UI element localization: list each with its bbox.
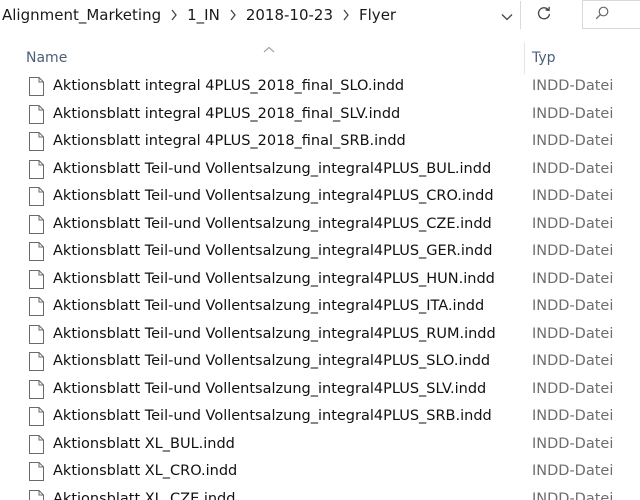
file-row[interactable]: Aktionsblatt Teil-und Vollentsalzung_int… [0,403,640,431]
document-file-icon [29,187,44,206]
search-box[interactable] [582,0,640,29]
file-type: INDD-Datei [532,463,614,479]
file-row[interactable]: Aktionsblatt Teil-und Vollentsalzung_int… [0,238,640,266]
file-type: INDD-Datei [532,78,614,94]
sort-ascending-icon [262,40,276,53]
file-row[interactable]: Aktionsblatt Teil-und Vollentsalzung_int… [0,183,640,211]
breadcrumb-item-2018-10-23[interactable]: 2018-10-23 [244,6,335,24]
column-header-row: Name Typ [0,40,640,74]
file-row[interactable]: Aktionsblatt Teil-und Vollentsalzung_int… [0,376,640,404]
file-row[interactable]: Aktionsblatt XL_CRO.indd INDD-Datei [0,458,640,486]
file-row[interactable]: Aktionsblatt Teil-und Vollentsalzung_int… [0,156,640,184]
document-file-icon [29,159,44,179]
file-type: INDD-Datei [532,435,614,452]
document-file-icon [29,77,44,96]
file-name: Aktionsblatt Teil-und Vollentsalzung_int… [53,325,496,342]
document-file-icon [29,489,44,500]
file-name: Aktionsblatt Teil-und Vollentsalzung_int… [53,353,491,369]
document-file-icon [29,407,44,426]
document-file-icon [29,352,44,371]
file-row[interactable]: Aktionsblatt XL_BUL.indd INDD-Datei [0,431,640,459]
document-file-icon [29,242,44,261]
search-icon [595,5,609,24]
file-type: INDD-Datei [532,243,614,259]
file-name: Aktionsblatt integral 4PLUS_2018_final_S… [53,78,405,94]
file-name: Aktionsblatt XL_CZE.indd [53,490,236,500]
file-name: Aktionsblatt Teil-und Vollentsalzung_int… [53,380,487,397]
document-file-icon [29,324,44,344]
file-name: Aktionsblatt Teil-und Vollentsalzung_int… [53,215,492,232]
file-row[interactable]: Aktionsblatt Teil-und Vollentsalzung_int… [0,348,640,376]
file-explorer-window: Alignment_Marketing 1_IN 2018-10-23 Flye… [0,0,640,500]
file-row[interactable]: Aktionsblatt Teil-und Vollentsalzung_int… [0,211,640,239]
file-row[interactable]: Aktionsblatt integral 4PLUS_2018_final_S… [0,128,640,156]
document-file-icon [29,297,44,316]
refresh-icon [536,5,552,25]
breadcrumb-item-1-in[interactable]: 1_IN [185,6,222,24]
file-type: INDD-Datei [532,188,614,204]
search-input[interactable] [609,6,640,23]
file-row[interactable]: Aktionsblatt Teil-und Vollentsalzung_int… [0,266,640,294]
file-type: INDD-Datei [532,353,614,369]
breadcrumb: Alignment_Marketing 1_IN 2018-10-23 Flye… [0,0,398,30]
file-row[interactable]: Aktionsblatt XL_CZE.indd INDD-Datei [0,486,640,500]
file-name: Aktionsblatt XL_BUL.indd [53,435,235,452]
document-file-icon [29,379,44,399]
file-name: Aktionsblatt integral 4PLUS_2018_final_S… [53,133,406,149]
breadcrumb-item-flyer[interactable]: Flyer [357,6,398,24]
file-name: Aktionsblatt Teil-und Vollentsalzung_int… [53,160,492,177]
file-type: INDD-Datei [532,105,614,122]
document-file-icon [29,269,44,289]
file-row[interactable]: Aktionsblatt integral 4PLUS_2018_final_S… [0,101,640,129]
document-file-icon [29,104,44,124]
column-header-type[interactable]: Typ [532,50,556,66]
breadcrumb-item-alignment-marketing[interactable]: Alignment_Marketing [0,6,163,24]
column-divider[interactable] [524,42,525,74]
file-type: INDD-Datei [532,490,614,500]
chevron-right-icon[interactable] [163,0,185,30]
file-type: INDD-Datei [532,298,614,314]
file-type: INDD-Datei [532,133,614,149]
chevron-right-icon[interactable] [335,0,357,30]
file-name: Aktionsblatt Teil-und Vollentsalzung_int… [53,188,494,204]
file-type: INDD-Datei [532,270,614,287]
refresh-button[interactable] [527,1,561,29]
chevron-down-icon [501,6,513,25]
document-file-icon [29,462,44,481]
file-name: Aktionsblatt Teil-und Vollentsalzung_int… [53,243,493,259]
address-history-dropdown-button[interactable] [494,1,521,29]
document-file-icon [29,434,44,454]
file-type: INDD-Datei [532,380,614,397]
file-type: INDD-Datei [532,160,614,177]
file-list: Aktionsblatt integral 4PLUS_2018_final_S… [0,73,640,500]
file-type: INDD-Datei [532,325,614,342]
file-name: Aktionsblatt Teil-und Vollentsalzung_int… [53,408,492,424]
column-header-name[interactable]: Name [26,50,67,66]
file-row[interactable]: Aktionsblatt Teil-und Vollentsalzung_int… [0,321,640,349]
file-name: Aktionsblatt XL_CRO.indd [53,463,238,479]
file-name: Aktionsblatt Teil-und Vollentsalzung_int… [53,298,485,314]
file-name: Aktionsblatt Teil-und Vollentsalzung_int… [53,270,495,287]
file-type: INDD-Datei [532,215,614,232]
chevron-right-icon[interactable] [222,0,244,30]
document-file-icon [29,214,44,234]
address-bar: Alignment_Marketing 1_IN 2018-10-23 Flye… [0,0,640,30]
file-name: Aktionsblatt integral 4PLUS_2018_final_S… [53,105,401,122]
document-file-icon [29,132,44,151]
file-row[interactable]: Aktionsblatt Teil-und Vollentsalzung_int… [0,293,640,321]
file-row[interactable]: Aktionsblatt integral 4PLUS_2018_final_S… [0,73,640,101]
file-type: INDD-Datei [532,408,614,424]
